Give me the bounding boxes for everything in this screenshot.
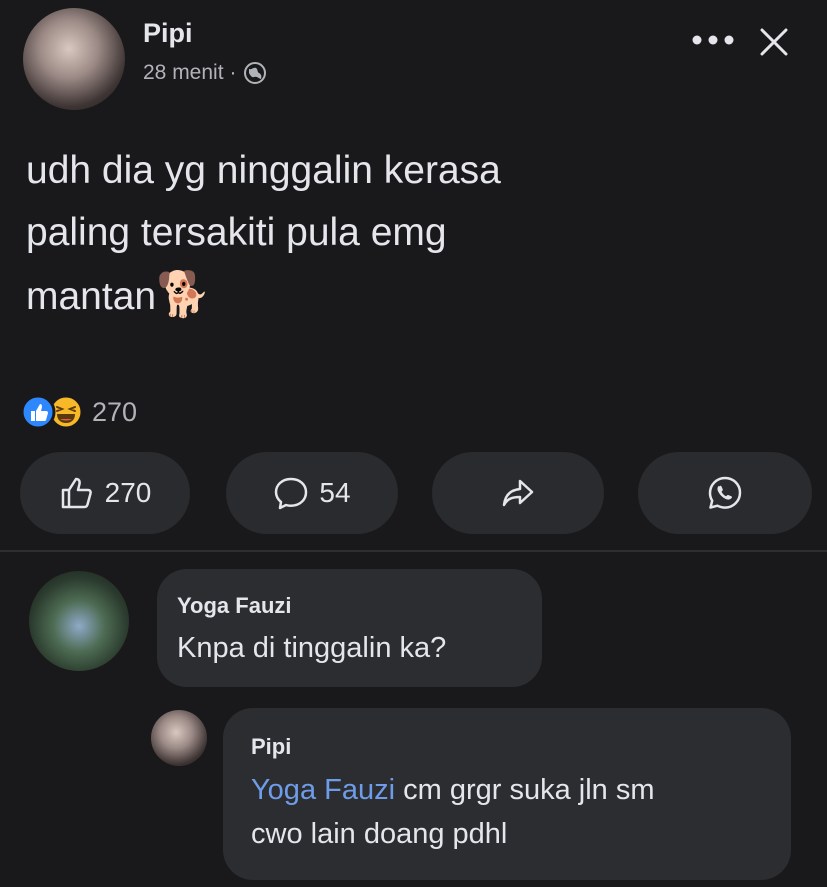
whatsapp-icon <box>708 476 742 509</box>
reply-text: Yoga Fauzi cm grgr suka jln sm cwo lain … <box>251 768 781 856</box>
reply-author-avatar[interactable] <box>151 710 207 766</box>
whatsapp-share-button[interactable] <box>638 452 812 534</box>
dog-emoji: 🐕 <box>156 270 211 319</box>
post-text-line2: paling tersakiti pula emg <box>26 211 447 254</box>
more-options-icon[interactable] <box>690 30 736 50</box>
post-text-line3-word: mantan <box>26 275 157 318</box>
reaction-count: 270 <box>92 396 138 427</box>
share-icon <box>502 479 534 507</box>
globe-icon <box>243 62 266 84</box>
comment-count: 54 <box>319 477 351 508</box>
comment-bubble[interactable]: Yoga Fauzi Knpa di tinggalin ka? <box>157 569 542 687</box>
commenter-avatar[interactable] <box>29 571 129 671</box>
mention-link[interactable]: Yoga Fauzi <box>251 774 395 806</box>
post-text: udh dia yg ninggalin kerasa paling tersa… <box>26 140 806 328</box>
share-button[interactable] <box>432 452 604 534</box>
close-icon[interactable] <box>758 26 790 58</box>
comment-button[interactable]: 54 <box>226 452 398 534</box>
reactions-summary[interactable]: 270 <box>20 394 137 430</box>
reply-bubble[interactable]: Pipi Yoga Fauzi cm grgr suka jln sm cwo … <box>223 708 791 880</box>
reply-text-line2: cwo lain doang pdhl <box>251 818 508 850</box>
section-divider <box>0 550 827 552</box>
reply-text-line1: Yoga Fauzi cm grgr suka jln sm <box>251 768 781 812</box>
meta-separator: · <box>229 61 237 84</box>
comment-text: Knpa di tinggalin ka? <box>177 632 447 664</box>
reply-author[interactable]: Pipi <box>251 734 291 760</box>
author-avatar[interactable] <box>23 8 125 110</box>
post-text-line3: mantan🐕 <box>26 264 806 328</box>
post-text-line1: udh dia yg ninggalin kerasa <box>26 149 501 192</box>
like-icon <box>20 394 56 430</box>
post-meta: 28 menit · <box>143 61 267 85</box>
comment-author[interactable]: Yoga Fauzi <box>177 593 292 619</box>
comment-icon <box>275 477 308 510</box>
like-button[interactable]: 270 <box>20 452 190 534</box>
author-name[interactable]: Pipi <box>143 18 193 49</box>
post-time[interactable]: 28 menit <box>143 61 224 85</box>
like-count: 270 <box>104 477 152 508</box>
thumbs-up-icon <box>61 477 92 509</box>
reply-text-line1-rest: cm grgr suka jln sm <box>395 774 655 806</box>
